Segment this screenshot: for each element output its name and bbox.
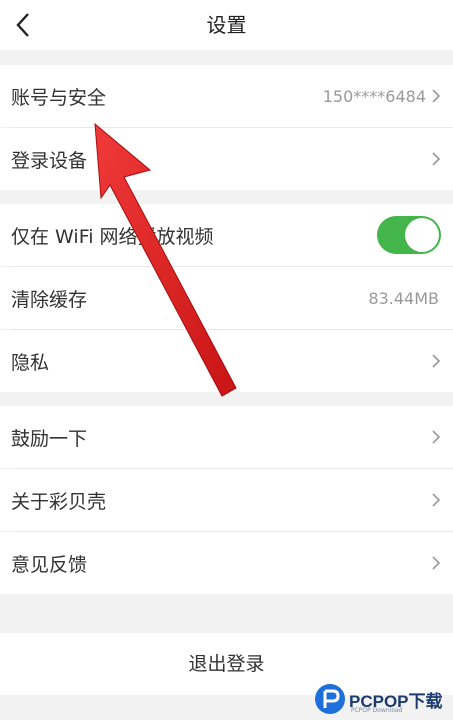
account-security-row[interactable]: 账号与安全 150****6484 [0, 65, 453, 127]
clear-cache-row[interactable]: 清除缓存 83.44MB [0, 267, 453, 329]
privacy-row[interactable]: 隐私 [0, 330, 453, 392]
login-devices-label: 登录设备 [11, 149, 88, 172]
chevron-right-icon [432, 354, 441, 368]
wifi-only-label: 仅在 WiFi 网络播放视频 [11, 225, 214, 248]
about-label: 关于彩贝壳 [11, 490, 107, 513]
encourage-row[interactable]: 鼓励一下 [0, 406, 453, 468]
account-security-label: 账号与安全 [11, 86, 107, 109]
encourage-label: 鼓励一下 [11, 427, 88, 450]
wifi-only-toggle[interactable] [377, 216, 441, 254]
feedback-row[interactable]: 意见反馈 [0, 532, 453, 594]
toggle-knob [405, 218, 439, 252]
login-devices-row[interactable]: 登录设备 [0, 128, 453, 190]
nav-bar: 设置 [0, 0, 453, 50]
pcpop-logo-icon [315, 684, 345, 714]
clear-cache-label: 清除缓存 [11, 288, 88, 311]
watermark-subtext: PCPOP Download [351, 707, 403, 714]
privacy-label: 隐私 [11, 351, 50, 374]
account-phone-value: 150****6484 [322, 86, 426, 106]
chevron-right-icon [432, 556, 441, 570]
about-row[interactable]: 关于彩贝壳 [0, 469, 453, 531]
feedback-label: 意见反馈 [11, 553, 88, 576]
chevron-right-icon [432, 493, 441, 507]
wifi-only-row: 仅在 WiFi 网络播放视频 [0, 204, 453, 266]
page-title: 设置 [206, 13, 247, 37]
chevron-right-icon [432, 152, 441, 166]
chevron-right-icon [432, 430, 441, 444]
pcpop-watermark: PCPOP下载 PCPOP Download [313, 680, 450, 718]
chevron-right-icon [432, 89, 441, 103]
cache-size-value: 83.44MB [368, 288, 439, 308]
